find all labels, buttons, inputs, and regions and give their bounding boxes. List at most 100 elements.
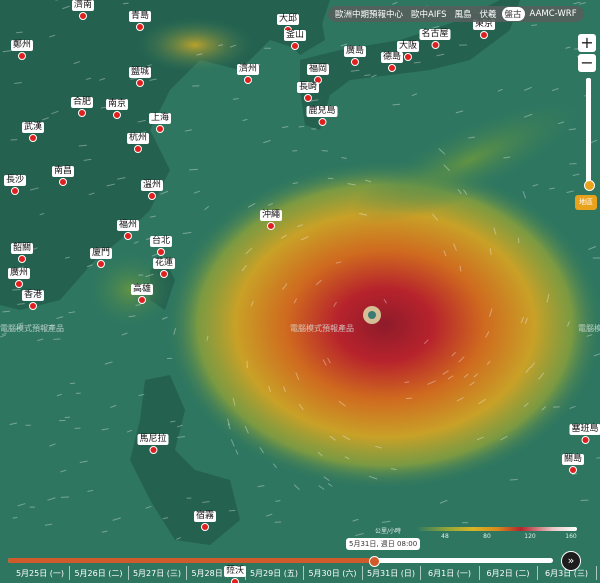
city-marker[interactable]: 廣島: [343, 46, 367, 66]
city-dot-icon: [200, 523, 209, 531]
zoom-in-button[interactable]: +: [578, 34, 596, 52]
opacity-slider-knob[interactable]: [584, 180, 595, 191]
city-marker[interactable]: 鄭州: [10, 40, 34, 60]
city-label: 青島: [128, 11, 152, 22]
legend-tick: 80: [483, 533, 491, 540]
city-marker[interactable]: 武漢: [21, 122, 45, 142]
timeline-day[interactable]: 5月25日 (一): [16, 568, 64, 579]
wind-streak: [170, 420, 176, 423]
timeline-day[interactable]: 5月27日 (三): [133, 568, 181, 579]
city-label: 福州: [116, 220, 140, 231]
model-tab-3[interactable]: 伏羲: [477, 7, 500, 21]
model-tab-4[interactable]: 盤古: [501, 7, 525, 21]
city-dot-icon: [350, 58, 359, 66]
city-dot-icon: [28, 302, 37, 310]
weather-map[interactable]: 濟南 青島 大邱 東京 釜山 名古屋 廣島 大阪 鄭州 德島 濟州 福岡 鹽城 長崎 合肥 南京 鹿兒島 上海 武漢…: [0, 0, 600, 583]
layer-button[interactable]: 地區: [575, 195, 597, 210]
city-label: 武漢: [21, 122, 45, 133]
model-tab-5[interactable]: AAMC-WRF: [527, 8, 580, 20]
timeline-next-button[interactable]: »: [561, 551, 581, 571]
timeline-days: 5月25日 (一) 5月26日 (二) 5月27日 (三) 5月28日 (四) 5月29…: [0, 566, 600, 582]
city-label: 鹿兒島: [306, 106, 338, 117]
city-label: 合肥: [70, 97, 94, 108]
city-label: 塞班島: [569, 424, 600, 435]
city-marker[interactable]: 花蓮: [152, 258, 176, 278]
city-marker[interactable]: 長沙: [3, 175, 27, 195]
city-marker[interactable]: 高雄: [130, 284, 154, 304]
timeline-separator: [537, 566, 538, 580]
timeline-progress: [8, 558, 374, 563]
timeline-handle[interactable]: [369, 556, 381, 567]
timeline-day[interactable]: 6月1日 (一): [428, 568, 471, 579]
city-dot-icon: [10, 187, 19, 195]
city-label: 高雄: [130, 284, 154, 295]
city-dot-icon: [14, 280, 23, 288]
city-marker[interactable]: 鹿兒島: [306, 106, 338, 126]
city-marker[interactable]: 南京: [105, 99, 129, 119]
city-marker[interactable]: 廣州: [7, 268, 31, 288]
wind-streak: [392, 103, 401, 106]
city-label: 廣州: [7, 268, 31, 279]
wind-streak: [2, 310, 11, 313]
city-label: 廣島: [343, 46, 367, 57]
model-tab-0[interactable]: 歐洲中期預報中心: [332, 7, 406, 21]
city-label: 大阪: [396, 41, 420, 52]
city-marker[interactable]: 德島: [380, 52, 404, 72]
city-marker[interactable]: 名古屋: [419, 29, 451, 49]
city-marker[interactable]: 東京: [472, 19, 496, 39]
city-label: 馬尼拉: [137, 434, 169, 445]
city-marker[interactable]: 上海: [148, 113, 172, 133]
city-marker[interactable]: 台北: [149, 236, 173, 256]
city-marker[interactable]: 福州: [116, 220, 140, 240]
city-marker[interactable]: 長崎: [296, 82, 320, 102]
city-label: 長崎: [296, 82, 320, 93]
city-marker[interactable]: 廈門: [89, 248, 113, 268]
timeline-day[interactable]: 5月28日 (四): [191, 568, 239, 579]
city-label: 南昌: [51, 166, 75, 177]
city-label: 關島: [561, 454, 585, 465]
city-marker[interactable]: 濟州: [236, 64, 260, 84]
city-dot-icon: [78, 12, 87, 20]
opacity-slider-track[interactable]: [586, 78, 591, 190]
city-marker[interactable]: 關島: [561, 454, 585, 474]
city-marker[interactable]: 濟南: [71, 0, 95, 20]
city-marker[interactable]: 宿霧: [193, 511, 217, 531]
timeline-separator: [303, 566, 304, 580]
city-marker[interactable]: 福岡: [306, 64, 330, 84]
city-marker[interactable]: 南昌: [51, 166, 75, 186]
city-dot-icon: [568, 466, 577, 474]
city-marker[interactable]: 香港: [21, 290, 45, 310]
wind-streak: [135, 304, 141, 306]
city-marker[interactable]: 青島: [128, 11, 152, 31]
timeline-day[interactable]: 6月2日 (二): [487, 568, 530, 579]
timeline-day[interactable]: 5月29日 (五): [250, 568, 298, 579]
city-marker[interactable]: 溫州: [140, 180, 164, 200]
city-label: 濟州: [236, 64, 260, 75]
city-label: 長沙: [3, 175, 27, 186]
city-marker[interactable]: 塞班島: [569, 424, 600, 444]
timeline-day[interactable]: 5月31日 (日): [367, 568, 415, 579]
wind-streak: [404, 381, 410, 384]
city-dot-icon: [243, 76, 252, 84]
city-label: 南京: [105, 99, 129, 110]
city-marker[interactable]: 杭州: [126, 133, 150, 153]
city-marker[interactable]: 釜山: [283, 30, 307, 50]
model-tab-1[interactable]: 歐中AIFS: [408, 7, 449, 21]
city-label: 沖繩: [259, 210, 283, 221]
city-marker[interactable]: 鹽城: [128, 67, 152, 87]
zoom-out-button[interactable]: −: [578, 54, 596, 72]
city-marker[interactable]: 合肥: [70, 97, 94, 117]
city-label: 名古屋: [419, 29, 451, 40]
timeline-separator: [361, 566, 363, 580]
city-marker[interactable]: 韶關: [10, 243, 34, 263]
wind-streak: [16, 31, 23, 34]
model-tab-2[interactable]: 風島: [451, 7, 474, 21]
city-label: 韶關: [10, 243, 34, 254]
city-dot-icon: [479, 31, 488, 39]
city-marker[interactable]: 馬尼拉: [137, 434, 169, 454]
city-marker[interactable]: 沖繩: [259, 210, 283, 230]
timeline-day[interactable]: 5月30日 (六): [308, 568, 356, 579]
timeline-day[interactable]: 5月26日 (二): [74, 568, 122, 579]
wind-streak: [413, 61, 421, 64]
timeline[interactable]: 5月25日 (一) 5月26日 (二) 5月27日 (三) 5月28日 (四) 5月29…: [0, 552, 600, 583]
